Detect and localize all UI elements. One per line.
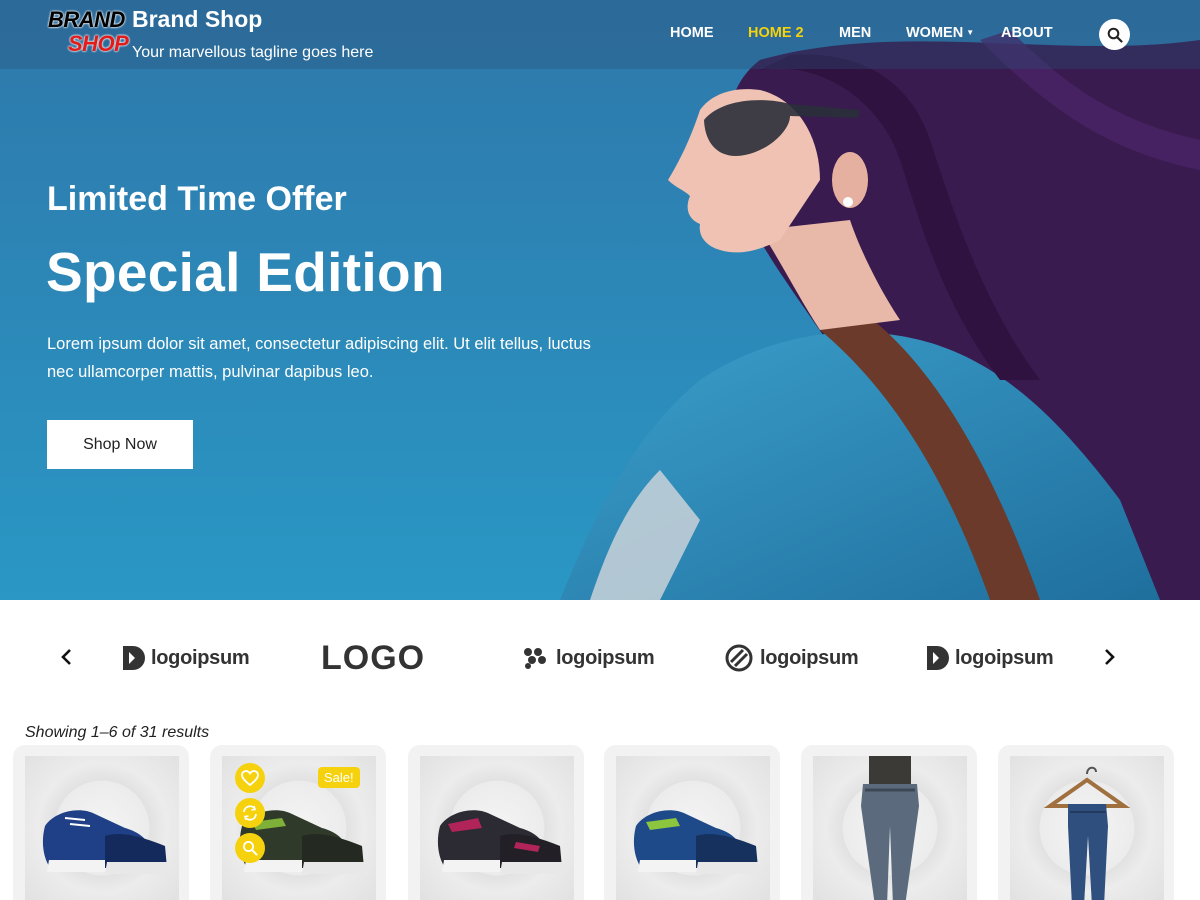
nav-item-women-label: WOMEN [906, 25, 964, 41]
product-image[interactable] [813, 756, 967, 900]
carousel-next-button[interactable] [1098, 644, 1122, 670]
site-tagline: Your marvellous tagline goes here [132, 44, 374, 61]
heart-icon [241, 770, 259, 786]
quick-view-button[interactable] [235, 833, 265, 863]
logoipsum-circle-icon [725, 644, 753, 672]
product-card[interactable] [13, 745, 189, 900]
product-card[interactable] [998, 745, 1174, 900]
nav-item-home[interactable]: HOME [670, 25, 714, 41]
search-button[interactable] [1099, 19, 1130, 50]
sneaker-image [42, 810, 169, 874]
brand-logo-4-text: logoipsum [760, 646, 859, 669]
hero-kicker: Limited Time Offer [47, 180, 347, 218]
chevron-left-icon [61, 649, 71, 665]
compare-button[interactable] [235, 798, 265, 828]
nav-item-men[interactable]: MEN [839, 25, 871, 41]
search-icon [1107, 27, 1123, 43]
nav-item-women[interactable]: WOMEN ▼ [906, 25, 974, 41]
product-card[interactable]: Sale! [210, 745, 386, 900]
brand-logo-5[interactable]: logoipsum [925, 638, 1054, 678]
brand-logo-1-text: logoipsum [151, 646, 250, 669]
logoipsum-mark-icon [123, 646, 145, 670]
brand-logo-1[interactable]: logoipsum [121, 638, 250, 678]
compare-icon [243, 805, 257, 821]
nav-item-home-2[interactable]: HOME 2 [748, 25, 804, 41]
logo-line-brand: BRAND [48, 7, 125, 32]
hero-banner: BRAND SHOP Brand Shop Your marvellous ta… [0, 0, 1200, 600]
brand-logo-5-text: logoipsum [955, 646, 1054, 669]
results-count: Showing 1–6 of 31 results [25, 724, 210, 741]
sneaker-image [633, 810, 760, 874]
brand-logo-2-text: LOGO [321, 638, 426, 677]
logo-line-shop: SHOP [68, 31, 129, 56]
sneaker-image [437, 810, 564, 874]
logoipsum-dots-icon [524, 648, 546, 669]
product-image[interactable] [616, 756, 770, 900]
brand-logo-3[interactable]: logoipsum [522, 638, 655, 678]
chevron-right-icon [1105, 649, 1115, 665]
zoom-icon [243, 841, 258, 856]
brand-logo-2[interactable]: LOGO [321, 638, 425, 678]
brand-logo-3-text: logoipsum [556, 646, 655, 669]
product-card[interactable] [801, 745, 977, 900]
wishlist-button[interactable] [235, 763, 265, 793]
product-image[interactable] [420, 756, 574, 900]
hero-title: Special Edition [46, 241, 445, 303]
hero-text: Lorem ipsum dolor sit amet, consectetur … [47, 335, 591, 381]
chevron-down-icon: ▼ [966, 28, 975, 37]
site-logo[interactable]: BRAND SHOP [48, 7, 129, 60]
brand-logo-4[interactable]: logoipsum [724, 638, 859, 678]
shop-now-button[interactable]: Shop Now [47, 420, 193, 469]
logoipsum-mark-icon [927, 646, 949, 670]
jeans-model-image [861, 756, 919, 900]
product-card[interactable] [408, 745, 584, 900]
site-title[interactable]: Brand Shop [132, 6, 262, 33]
nav-item-about[interactable]: ABOUT [1001, 25, 1053, 41]
jeans-hanger-image [1043, 766, 1131, 900]
product-image[interactable] [25, 756, 179, 900]
brand-logo-carousel: logoipsum LOGO logoipsum logoipsum logoi… [0, 600, 1200, 715]
sale-badge: Sale! [318, 767, 360, 788]
product-card[interactable] [604, 745, 780, 900]
product-image[interactable] [1010, 756, 1164, 900]
carousel-prev-button[interactable] [54, 644, 78, 670]
